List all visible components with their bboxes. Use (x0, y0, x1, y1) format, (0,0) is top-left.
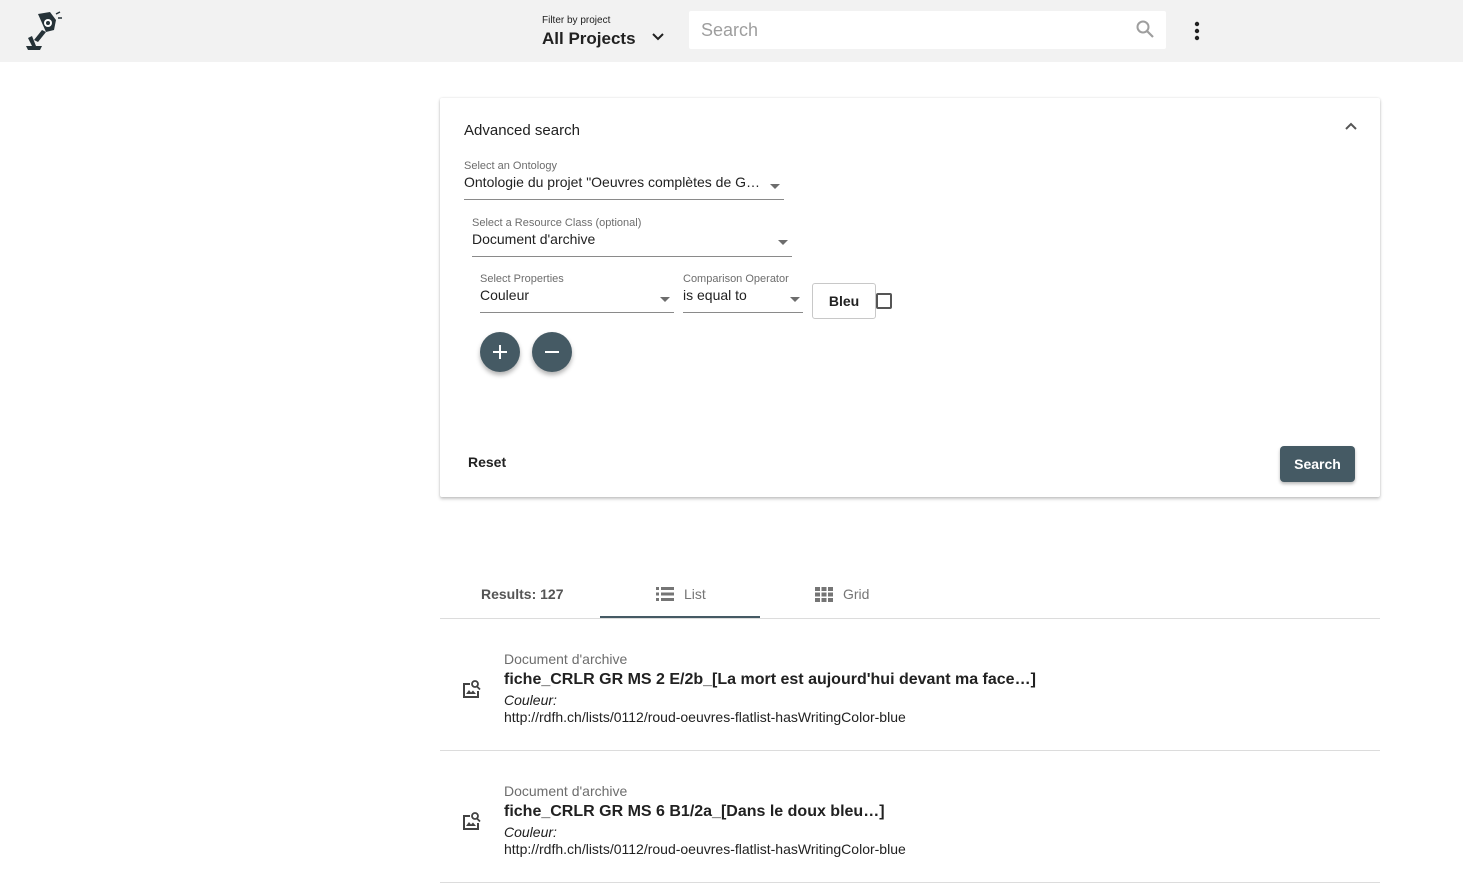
result-property-label: Couleur: (504, 692, 557, 708)
chevron-up-icon[interactable] (1343, 118, 1359, 134)
result-type: Document d'archive (504, 783, 628, 799)
ontology-select[interactable]: Select an Ontology Ontologie du projet "… (464, 160, 784, 200)
project-filter-label: Filter by project (542, 15, 611, 26)
tab-grid-label: Grid (843, 586, 870, 602)
result-property-value: http://rdfh.ch/lists/0112/roud-oeuvres-f… (504, 709, 906, 725)
advanced-search-panel: Advanced search Select an Ontology Ontol… (440, 98, 1380, 497)
list-icon (656, 587, 674, 601)
dropdown-arrow-icon (770, 184, 780, 189)
minus-icon (545, 351, 559, 353)
advanced-search-title: Advanced search (464, 122, 580, 139)
resource-class-select[interactable]: Select a Resource Class (optional) Docum… (472, 217, 792, 257)
chevron-down-icon (652, 33, 664, 41)
add-property-button[interactable] (480, 332, 520, 372)
comparison-operator-label: Comparison Operator (683, 273, 789, 285)
resource-class-label: Select a Resource Class (optional) (472, 217, 642, 229)
image-search-icon (463, 680, 481, 698)
ontology-select-label: Select an Ontology (464, 160, 557, 172)
ontology-select-value: Ontologie du projet "Oeuvres complètes d… (464, 174, 764, 190)
tab-list-label: List (684, 586, 706, 602)
search-input[interactable] (701, 19, 1121, 41)
property-select[interactable]: Select Properties Couleur (480, 273, 674, 313)
dropdown-arrow-icon (790, 297, 800, 302)
property-select-label: Select Properties (480, 273, 564, 285)
plus-icon (493, 345, 507, 359)
result-title[interactable]: fiche_CRLR GR MS 6 B1/2a_[Dans le doux b… (504, 803, 885, 821)
results-count-label: Results: 127 (481, 586, 564, 602)
result-type: Document d'archive (504, 651, 628, 667)
more-vert-icon[interactable] (1185, 18, 1209, 44)
results-tabs: Results: 127 List Grid (440, 570, 1380, 619)
tab-grid[interactable]: Grid (760, 570, 920, 618)
value-select[interactable]: Bleu (812, 283, 876, 319)
list-item[interactable]: Document d'archive fiche_CRLR GR MS 6 B1… (440, 751, 1380, 883)
app-logo-icon[interactable] (20, 10, 62, 52)
results-count: Results: 127 (440, 570, 600, 618)
top-bar: Filter by project All Projects (0, 0, 1463, 62)
value-checkbox[interactable] (876, 293, 892, 309)
remove-property-button[interactable] (532, 332, 572, 372)
comparison-operator-value: is equal to (683, 287, 747, 303)
result-property-value: http://rdfh.ch/lists/0112/roud-oeuvres-f… (504, 841, 906, 857)
tab-list[interactable]: List (600, 570, 760, 618)
search-box (689, 11, 1166, 49)
dropdown-arrow-icon (778, 240, 788, 245)
search-icon[interactable] (1135, 19, 1155, 39)
project-filter-select[interactable]: Filter by project All Projects (526, 11, 688, 49)
list-item[interactable]: Document d'archive fiche_CRLR GR MS 2 E/… (440, 619, 1380, 751)
property-select-value: Couleur (480, 287, 530, 303)
search-button[interactable]: Search (1280, 446, 1355, 482)
comparison-operator-select[interactable]: Comparison Operator is equal to (683, 273, 803, 313)
result-property-label: Couleur: (504, 824, 557, 840)
reset-button[interactable]: Reset (468, 454, 506, 470)
project-filter-value: All Projects (542, 29, 636, 48)
dropdown-arrow-icon (660, 297, 670, 302)
image-search-icon (463, 812, 481, 830)
grid-icon (815, 587, 833, 602)
result-title[interactable]: fiche_CRLR GR MS 2 E/2b_[La mort est auj… (504, 671, 1036, 689)
resource-class-value: Document d'archive (472, 231, 596, 247)
